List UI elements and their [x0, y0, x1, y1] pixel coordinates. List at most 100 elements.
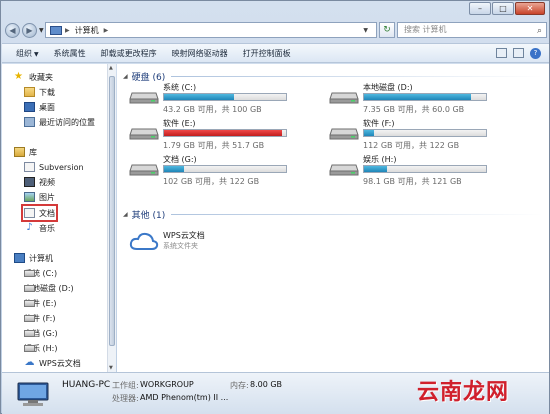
computer-name: HUANG-PC [62, 380, 111, 390]
computer-icon [14, 253, 25, 263]
drive-item[interactable]: 系统 (C:) 43.2 GB 可用，共 100 GB [129, 82, 329, 118]
nav-documents[interactable]: 文档 [21, 204, 58, 222]
star-icon: ★ [14, 71, 23, 82]
drive-item[interactable]: 娱乐 (H:) 98.1 GB 可用，共 121 GB [329, 154, 529, 190]
drive-name: 软件 (E:) [163, 119, 196, 128]
cloud-icon [129, 232, 159, 250]
nav-music[interactable]: ♪ 音乐 [24, 222, 55, 234]
navigation-pane: ★ 收藏夹 下载 桌面 最近访问的位置 库 Subversion 视频 图片 文… [2, 64, 108, 372]
explorer-window: – □ ✕ ◀ ▶ ▼ ▶ 计算机 ▶ ▼ ↻ 搜索 计算机 ⌕ 组织 ▼ 系统属… [0, 0, 550, 414]
chevron-right-icon[interactable]: ▶ [104, 27, 109, 34]
drive-usage-bar [163, 165, 287, 173]
drive-item[interactable]: 文档 (G:) 102 GB 可用，共 122 GB [129, 154, 329, 190]
hard-drive-icon [329, 92, 359, 104]
library-icon [14, 147, 25, 157]
wps-cloud-subtitle: 系统文件夹 [163, 242, 198, 250]
drive-usage-fill [364, 166, 388, 172]
help-icon[interactable]: ? [530, 47, 541, 59]
scroll-down-icon[interactable]: ▼ [109, 365, 113, 371]
drive-usage-fill [364, 94, 472, 100]
navigation-bar: ◀ ▶ ▼ ▶ 计算机 ▶ ▼ ↻ 搜索 计算机 ⌕ [5, 20, 547, 40]
view-options-icon[interactable] [496, 48, 507, 58]
drive-name: 娱乐 (H:) [363, 155, 397, 164]
nav-recent-places[interactable]: 最近访问的位置 [24, 116, 95, 128]
minimize-button[interactable]: – [469, 2, 491, 15]
wps-cloud-name: WPS云文档 [163, 231, 205, 240]
window-controls: – □ ✕ [468, 2, 545, 15]
nav-computer[interactable]: 计算机 [14, 252, 53, 264]
nav-wps-cloud[interactable]: ☁ WPS云文档 [24, 357, 81, 369]
drive-name: 本地磁盘 (D:) [363, 83, 413, 92]
forward-button[interactable]: ▶ [22, 22, 37, 38]
hard-drive-icon [129, 164, 159, 176]
video-icon [24, 177, 35, 187]
drive-name: 系统 (C:) [163, 83, 197, 92]
drive-item[interactable]: 软件 (F:) 112 GB 可用，共 122 GB [329, 118, 529, 154]
drive-icon [24, 314, 35, 322]
drive-item[interactable]: 本地磁盘 (D:) 7.35 GB 可用，共 60.0 GB [329, 82, 529, 118]
drive-name: 文档 (G:) [163, 155, 197, 164]
drive-usage-fill [164, 94, 234, 100]
hard-drive-icon [129, 128, 159, 140]
close-button[interactable]: ✕ [515, 2, 545, 15]
document-icon [24, 208, 35, 218]
address-bar[interactable]: ▶ 计算机 ▶ ▼ [45, 22, 377, 38]
search-input[interactable]: 搜索 计算机 ⌕ [397, 22, 547, 38]
drive-free-space: 43.2 GB 可用，共 100 GB [163, 105, 262, 114]
nav-subversion[interactable]: Subversion [24, 161, 84, 173]
navigation-scrollbar[interactable]: ▲ ▼ [107, 64, 116, 372]
drive-usage-fill [364, 130, 374, 136]
nav-videos[interactable]: 视频 [24, 176, 55, 188]
picture-icon [24, 192, 35, 202]
processor-label: 处理器: [112, 394, 139, 403]
drive-free-space: 7.35 GB 可用，共 60.0 GB [363, 105, 465, 114]
uninstall-program-button[interactable]: 卸载或更改程序 [101, 48, 157, 59]
wps-cloud-item[interactable]: WPS云文档 系统文件夹 [129, 228, 329, 260]
cloud-icon: ☁ [24, 357, 35, 368]
drive-free-space: 98.1 GB 可用，共 121 GB [363, 177, 462, 186]
scroll-up-icon[interactable]: ▲ [109, 65, 113, 71]
group-other[interactable]: ◢ 其他 (1) [123, 208, 543, 221]
nav-downloads[interactable]: 下载 [24, 86, 55, 98]
recent-pages-dropdown[interactable]: ▼ [39, 27, 44, 34]
music-icon: ♪ [26, 222, 33, 233]
nav-drive-c[interactable]: 系统 (C:) [24, 267, 57, 279]
nav-libraries[interactable]: 库 [14, 146, 37, 158]
refresh-button[interactable]: ↻ [379, 22, 395, 38]
nav-drive-f[interactable]: 软件 (F:) [24, 312, 55, 324]
drive-name: 软件 (F:) [363, 119, 395, 128]
memory-value: 8.00 GB [250, 380, 283, 389]
drive-item[interactable]: 软件 (E:) 1.79 GB 可用，共 51.7 GB [129, 118, 329, 154]
open-control-panel-button[interactable]: 打开控制面板 [243, 48, 291, 59]
search-placeholder: 搜索 计算机 [404, 25, 447, 34]
drive-icon [24, 269, 35, 277]
breadcrumb-computer[interactable]: 计算机 [75, 25, 99, 36]
chevron-right-icon[interactable]: ▶ [65, 27, 70, 34]
nav-desktop[interactable]: 桌面 [24, 101, 55, 113]
organize-button[interactable]: 组织 ▼ [16, 48, 39, 59]
drive-usage-bar [163, 93, 287, 101]
back-button[interactable]: ◀ [5, 22, 20, 38]
map-network-drive-button[interactable]: 映射网络驱动器 [172, 48, 228, 59]
collapse-triangle-icon[interactable]: ◢ [123, 73, 128, 80]
maximize-button[interactable]: □ [492, 2, 514, 15]
drive-usage-bar [363, 93, 487, 101]
drive-free-space: 1.79 GB 可用，共 51.7 GB [163, 141, 265, 150]
nav-favorites[interactable]: ★ 收藏夹 [14, 71, 53, 83]
drive-icon [24, 284, 35, 292]
command-bar: 组织 ▼ 系统属性 卸载或更改程序 映射网络驱动器 打开控制面板 ? [2, 43, 549, 63]
nav-drive-g[interactable]: 文档 (G:) [24, 327, 58, 339]
scrollbar-thumb[interactable] [109, 76, 115, 346]
subversion-icon [24, 162, 35, 172]
search-icon[interactable]: ⌕ [537, 24, 542, 38]
nav-drive-e[interactable]: 软件 (E:) [24, 297, 57, 309]
nav-drive-h[interactable]: 娱乐 (H:) [24, 342, 58, 354]
system-properties-button[interactable]: 系统属性 [54, 48, 86, 59]
drive-usage-fill [164, 130, 283, 136]
address-dropdown-icon[interactable]: ▼ [363, 27, 368, 34]
preview-pane-icon[interactable] [513, 48, 524, 58]
hard-drive-icon [329, 164, 359, 176]
collapse-triangle-icon[interactable]: ◢ [123, 211, 128, 218]
nav-pictures[interactable]: 图片 [24, 191, 55, 203]
nav-drive-d[interactable]: 本地磁盘 (D:) [24, 282, 74, 294]
